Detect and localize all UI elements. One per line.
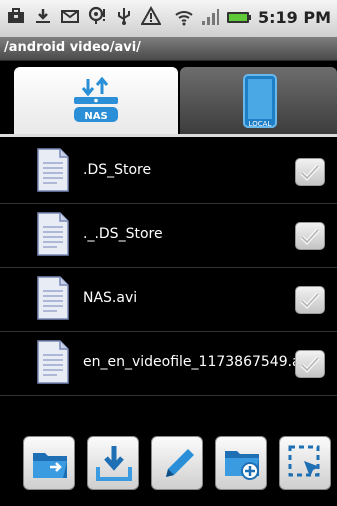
list-item[interactable]: .DS_Store xyxy=(0,140,337,204)
select-button[interactable] xyxy=(279,436,331,490)
rename-button[interactable] xyxy=(151,436,203,490)
usb-icon xyxy=(114,5,134,27)
briefcase-icon xyxy=(6,5,26,27)
tab-local[interactable]: LOCAL xyxy=(180,67,337,135)
folder-add-icon xyxy=(225,451,259,480)
file-name: en_en_videofile_1173867549.avi xyxy=(83,354,295,370)
path-bar: /android video/avi/ xyxy=(0,37,337,61)
bottom-toolbar xyxy=(0,434,337,506)
download-button[interactable] xyxy=(87,436,139,490)
tab-underline xyxy=(0,134,337,137)
gmail-icon xyxy=(60,5,80,27)
current-path: /android video/avi/ xyxy=(4,40,141,55)
warning-icon xyxy=(141,5,161,27)
document-icon xyxy=(37,148,69,192)
svg-text:NAS: NAS xyxy=(84,111,107,122)
new-folder-button[interactable] xyxy=(215,436,267,490)
tab-nas[interactable]: NAS xyxy=(14,67,178,135)
svg-text:LOCAL: LOCAL xyxy=(249,120,272,128)
signal-icon xyxy=(200,6,220,28)
checkbox[interactable] xyxy=(295,222,325,250)
system-icons: 5:19 PM xyxy=(174,6,331,28)
nas-icon: NAS xyxy=(74,77,118,122)
document-icon xyxy=(37,212,69,256)
edit-pencil-icon xyxy=(166,449,194,477)
location-alert-icon xyxy=(87,5,107,27)
folder-open-icon xyxy=(33,453,67,478)
checkbox[interactable] xyxy=(295,350,325,378)
list-item[interactable]: en_en_videofile_1173867549.avi xyxy=(0,332,337,396)
checkbox[interactable] xyxy=(295,286,325,314)
file-name: .DS_Store xyxy=(83,162,152,178)
status-bar: 5:19 PM xyxy=(0,0,337,37)
list-item[interactable]: NAS.avi xyxy=(0,268,337,332)
document-icon xyxy=(37,340,69,384)
notification-icons xyxy=(6,5,161,27)
download-icon xyxy=(96,446,132,481)
clock: 5:19 PM xyxy=(257,7,331,27)
file-name: NAS.avi xyxy=(83,290,138,306)
battery-icon xyxy=(226,6,252,28)
document-icon xyxy=(37,276,69,320)
checkbox[interactable] xyxy=(295,158,325,186)
file-name: ._.DS_Store xyxy=(83,226,163,242)
open-folder-button[interactable] xyxy=(23,436,75,490)
source-tabs: NAS LOCAL xyxy=(14,67,337,135)
select-icon xyxy=(288,445,320,477)
list-item[interactable]: ._.DS_Store xyxy=(0,204,337,268)
download-icon xyxy=(33,5,53,27)
wifi-icon xyxy=(174,6,194,28)
phone-icon: LOCAL xyxy=(243,74,277,128)
